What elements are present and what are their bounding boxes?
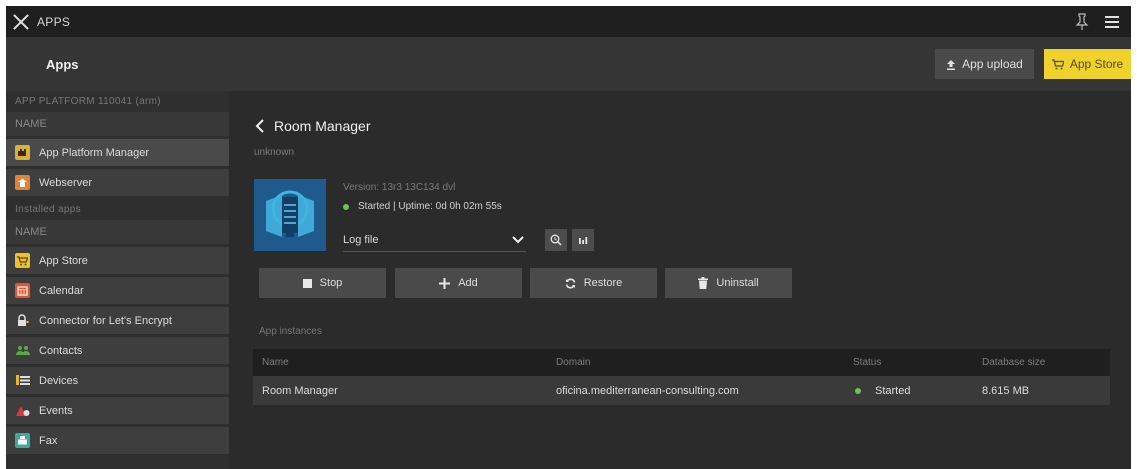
bar-chart-icon [579,237,588,244]
window-title: APPS [37,14,71,29]
cart-icon [1051,58,1064,69]
chevron-down-icon [512,235,524,243]
sidebar-item-devices[interactable]: Devices [6,367,229,394]
app-instances-label: App instances [259,326,322,337]
sidebar-item-label: Devices [39,374,79,387]
add-label: Add [458,277,478,289]
sidebar-item-app-platform-manager[interactable]: App Platform Manager [6,139,229,166]
log-stats-button[interactable] [572,229,594,251]
instance-db-size: 8.615 MB [982,384,1030,397]
cart-icon [15,253,30,268]
column-header-database-size[interactable]: Database size [980,357,1110,368]
fax-icon [15,433,30,448]
column-header-name[interactable]: Name [253,357,553,368]
app-window: APPS Apps App upload App Store APP PLATF… [6,6,1131,469]
sidebar-item-label: App Platform Manager [39,146,150,159]
webserver-icon [15,175,30,190]
sidebar-item-events[interactable]: Events [6,397,229,424]
table-header: Name Domain Status Database size [253,349,1110,376]
instance-status: Started [851,385,980,397]
app-detail-panel: Room Manager unknown Version: 13r3 13C13… [229,91,1131,469]
status-dot-icon [855,387,861,394]
restore-label: Restore [583,277,623,289]
devices-icon [15,373,30,388]
trash-icon [698,277,709,289]
add-button[interactable]: Add [395,268,522,298]
sidebar-item-label: Contacts [39,344,83,357]
sidebar-item-contacts[interactable]: Contacts [6,337,229,364]
top-bar: APPS [6,6,1131,37]
header-bar: Apps App upload App Store [6,37,1131,91]
sidebar-item-label: Calendar [39,284,84,297]
column-header-status[interactable]: Status [851,357,980,368]
upload-icon [947,59,956,70]
puzzle-icon [15,145,30,160]
stop-icon [302,278,312,288]
room-manager-icon [254,179,326,251]
search-icon [550,234,562,246]
table-row[interactable]: Room Manager oficina.mediterranean-consu… [253,376,1110,405]
pin-icon[interactable] [1075,12,1089,31]
app-title: Room Manager [274,118,371,134]
sidebar-item-webserver[interactable]: Webserver [6,169,229,196]
app-store-label: App Store [1069,57,1124,71]
calendar-icon [15,283,30,298]
app-vendor: unknown [254,147,295,158]
lock-icon [15,313,30,328]
instance-domain: oficina.mediterranean-consulting.com [556,384,739,397]
log-search-button[interactable] [545,229,567,251]
app-status-text: Started | Uptime: 0d 0h 02m 55s [358,201,502,212]
app-version: Version: 13r3 13C134 dvl [343,182,456,193]
refresh-icon [565,278,576,289]
menu-icon[interactable] [1105,15,1119,28]
app-upload-button[interactable]: App upload [935,49,1034,79]
installed-header: Installed apps [15,204,81,215]
close-icon[interactable] [13,14,29,30]
platform-header: APP PLATFORM 110041 (arm) [15,96,161,107]
plus-icon [439,277,451,289]
sidebar-item-calendar[interactable]: Calendar [6,277,229,304]
events-icon [15,403,30,418]
stop-label: Stop [319,277,343,289]
app-status: Started | Uptime: 0d 0h 02m 55s [343,201,502,212]
sidebar-item-label: App Store [39,254,88,267]
app-store-button[interactable]: App Store [1044,49,1131,79]
page-title: Apps [46,56,79,72]
column-header-domain[interactable]: Domain [553,357,851,368]
instance-name: Room Manager [262,384,338,397]
stop-button[interactable]: Stop [259,268,386,298]
installed-name-column[interactable]: NAME [6,220,229,244]
sidebar-item-connector[interactable]: Connector for Let's Encrypt [6,307,229,334]
sidebar-item-app-store[interactable]: App Store [6,247,229,274]
restore-button[interactable]: Restore [530,268,657,298]
sidebar-item-label: Connector for Let's Encrypt [39,314,172,327]
log-file-select-value: Log file [343,233,379,246]
sidebar-item-label: Webserver [39,176,92,189]
sidebar-item-label: Fax [39,434,58,447]
uninstall-button[interactable]: Uninstall [665,268,792,298]
instances-table: Name Domain Status Database size Room Ma… [253,349,1110,405]
log-file-select[interactable]: Log file [343,228,526,252]
contacts-icon [15,343,30,358]
app-upload-label: App upload [962,57,1023,71]
sidebar-item-fax[interactable]: Fax [6,427,229,454]
sidebar-item-label: Events [39,404,73,417]
instance-status-text: Started [875,384,911,397]
platform-name-column[interactable]: NAME [6,112,229,136]
sidebar: APP PLATFORM 110041 (arm) NAME App Platf… [6,91,229,469]
uninstall-label: Uninstall [716,277,759,289]
back-chevron-icon[interactable] [254,119,266,133]
status-dot-icon [343,203,349,210]
